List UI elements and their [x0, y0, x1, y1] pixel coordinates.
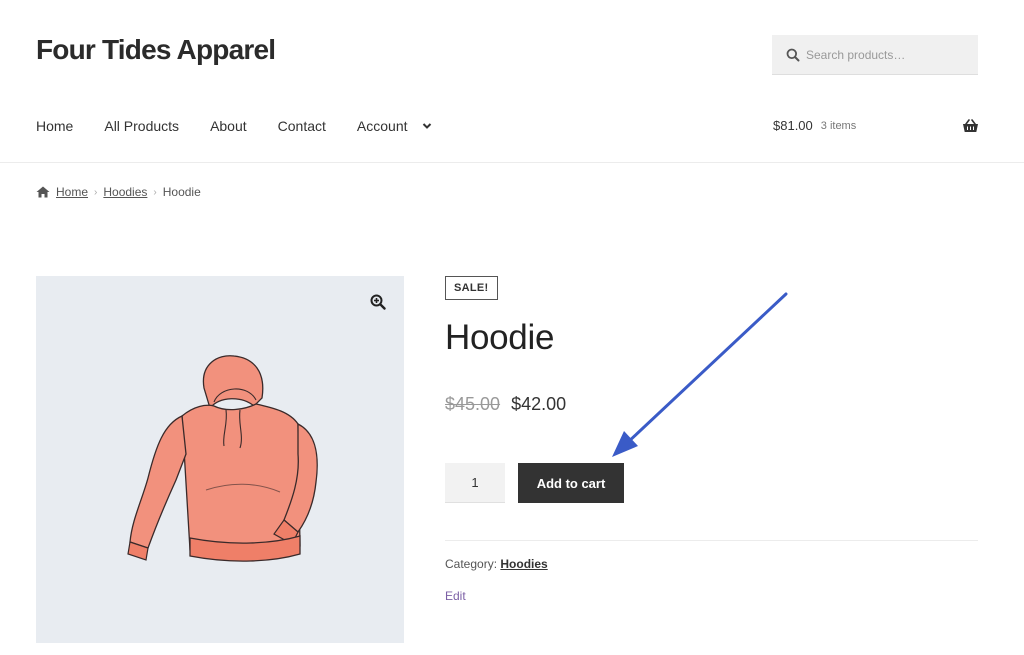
product-title: Hoodie	[445, 318, 555, 357]
product-price: $45.00 $42.00	[445, 394, 566, 415]
search-input[interactable]	[806, 47, 966, 62]
nav-item-account[interactable]: Account	[357, 118, 432, 134]
price-original: $45.00	[445, 394, 501, 414]
home-icon[interactable]	[36, 186, 50, 198]
category-link[interactable]: Hoodies	[500, 557, 547, 571]
price-sale: $42.00	[511, 394, 567, 414]
header-cart[interactable]: $81.00 3 items	[773, 118, 979, 133]
add-to-cart-button[interactable]: Add to cart	[518, 463, 624, 503]
breadcrumb-current: Hoodie	[162, 185, 201, 199]
cart-total: $81.00	[773, 118, 813, 133]
nav-item-about[interactable]: About	[210, 118, 247, 134]
breadcrumb-separator-icon: ›	[153, 186, 157, 198]
breadcrumb-home[interactable]: Home	[56, 185, 88, 199]
search-box[interactable]	[772, 35, 978, 75]
category-label: Category:	[445, 557, 498, 571]
cart-count: 3 items	[820, 119, 857, 132]
nav-item-account-label: Account	[356, 118, 408, 134]
nav-item-all-products[interactable]: All Products	[104, 118, 179, 134]
sale-badge: SALE!	[445, 276, 498, 300]
zoom-in-icon[interactable]	[370, 294, 386, 310]
header-divider	[0, 162, 1024, 163]
site-title[interactable]: Four Tides Apparel	[36, 34, 276, 66]
nav-item-contact[interactable]: Contact	[278, 118, 326, 134]
product-category: Category: Hoodies	[445, 557, 548, 571]
nav-item-home[interactable]: Home	[36, 118, 73, 134]
edit-link[interactable]: Edit	[445, 589, 466, 603]
breadcrumb: Home › Hoodies › Hoodie	[36, 185, 201, 199]
main-nav: Home All Products About Contact Account	[36, 118, 463, 134]
product-gallery[interactable]	[36, 276, 404, 643]
hoodie-illustration	[127, 355, 318, 562]
quantity-input[interactable]	[445, 463, 505, 503]
search-icon	[786, 48, 800, 62]
breadcrumb-hoodies[interactable]: Hoodies	[103, 185, 147, 199]
breadcrumb-separator-icon: ›	[94, 186, 98, 198]
chevron-down-icon[interactable]	[422, 122, 432, 130]
product-meta-divider	[445, 540, 978, 541]
basket-icon[interactable]	[962, 118, 979, 133]
